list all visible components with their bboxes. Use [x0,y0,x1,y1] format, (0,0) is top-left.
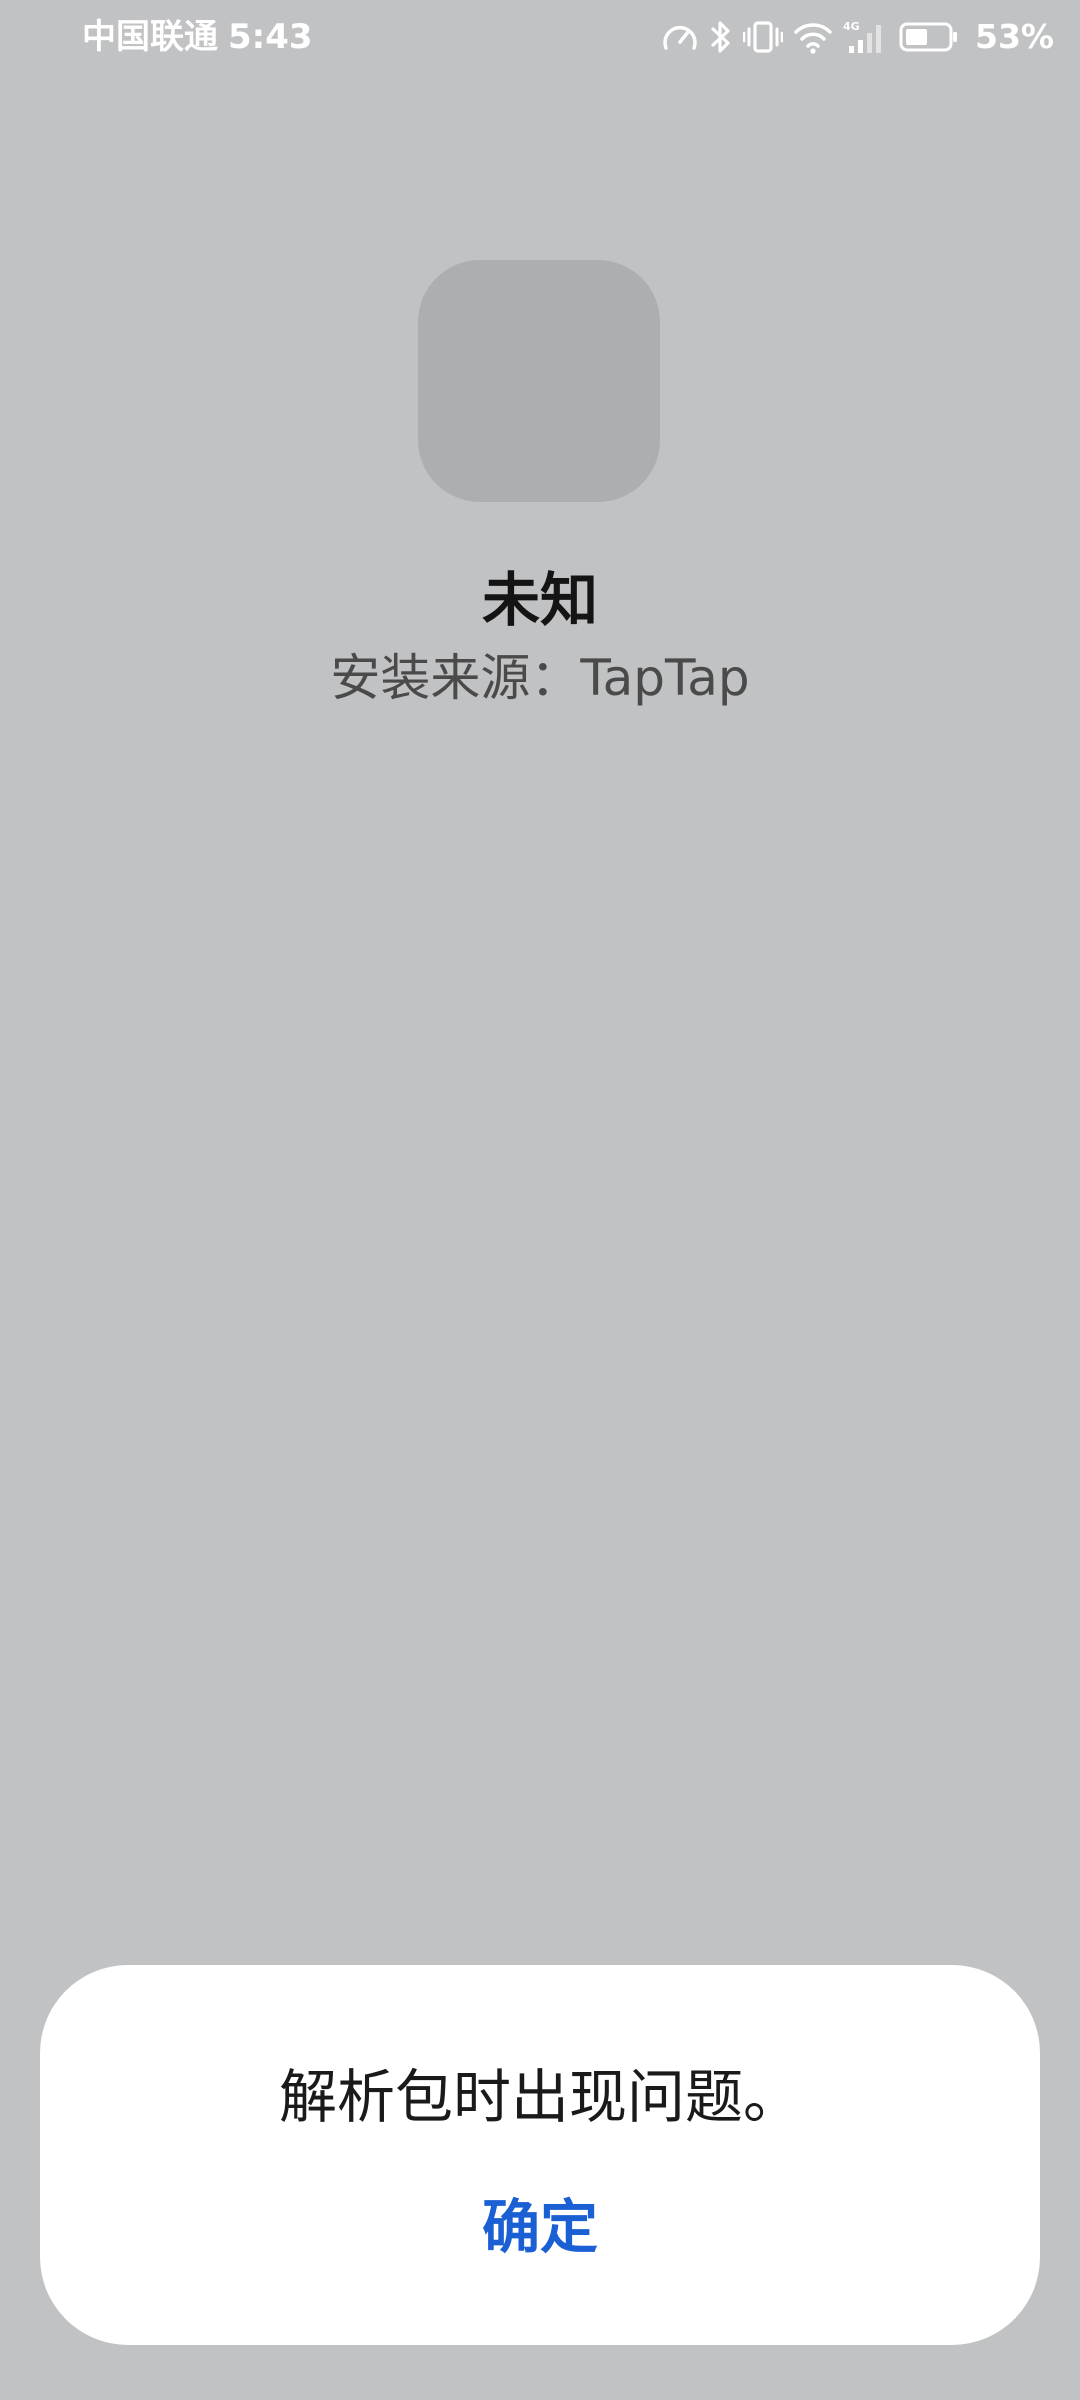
clock-time: 5:43 [228,17,313,57]
vibrate-icon [743,21,783,53]
speed-meter-icon [663,25,697,50]
install-source: 安装来源：TapTap [330,649,750,707]
battery-percent: 53% [975,17,1054,56]
wifi-icon [794,23,832,54]
status-icons: 4G 53% [661,12,1054,62]
network-badge: 4G [843,20,860,33]
dialog-message: 解析包时出现问题。 [278,2063,801,2131]
app-icon-placeholder [418,260,660,502]
status-bar: 中国联通 5:43 4G 53% [0,0,1080,76]
app-name: 未知 [481,566,598,634]
battery-icon [899,22,957,52]
bluetooth-icon [711,21,730,53]
carrier-name: 中国联通 [82,17,218,57]
cellular-signal-icon: 4G [843,20,881,53]
status-left: 中国联通 5:43 [82,14,313,60]
confirm-button[interactable]: 确定 [390,2177,690,2277]
error-dialog: 解析包时出现问题。 确定 [40,1965,1040,2345]
